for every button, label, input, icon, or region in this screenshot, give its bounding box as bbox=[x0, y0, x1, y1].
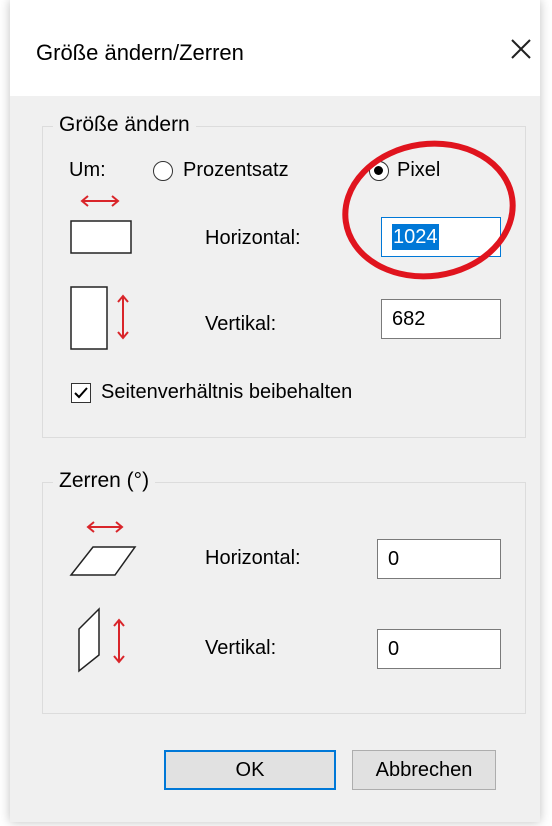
resize-skew-dialog: Größe ändern/Zerren Größe ändern Um: Pro… bbox=[10, 0, 540, 822]
resize-horizontal-label: Horizontal: bbox=[205, 227, 301, 249]
radio-pixel[interactable] bbox=[369, 161, 389, 181]
resize-horizontal-value: 1024 bbox=[392, 224, 439, 250]
resize-by-label: Um: bbox=[69, 159, 106, 181]
skew-vertical-label: Vertikal: bbox=[205, 637, 277, 659]
keep-aspect-label[interactable]: Seitenverhältnis beibehalten bbox=[101, 381, 352, 404]
radio-pixel-selected-dot bbox=[374, 166, 383, 175]
resize-vertical-icon bbox=[70, 286, 129, 350]
skew-vertical-input[interactable]: 0 bbox=[377, 629, 501, 669]
resize-horizontal-input[interactable]: 1024 bbox=[381, 217, 501, 257]
dialog-title: Größe ändern/Zerren bbox=[36, 40, 244, 65]
skew-group: Zerren (°) Horizontal: 0 Vertikal: 0 bbox=[42, 469, 526, 714]
resize-vertical-label: Vertikal: bbox=[205, 313, 277, 335]
skew-horizontal-label: Horizontal: bbox=[205, 547, 301, 569]
skew-horizontal-input[interactable]: 0 bbox=[377, 539, 501, 579]
skew-group-title: Zerren (°) bbox=[53, 469, 156, 493]
close-icon bbox=[511, 39, 531, 59]
resize-group-title: Größe ändern bbox=[53, 113, 196, 137]
skew-vertical-icon bbox=[78, 607, 125, 673]
close-button[interactable] bbox=[504, 32, 538, 66]
check-icon bbox=[74, 387, 88, 399]
skew-horizontal-icon bbox=[69, 521, 137, 576]
resize-vertical-input[interactable]: 682 bbox=[381, 299, 501, 339]
radio-percentage-label[interactable]: Prozentsatz bbox=[183, 159, 289, 182]
resize-horizontal-icon bbox=[70, 195, 132, 254]
keep-aspect-checkbox[interactable] bbox=[71, 383, 91, 403]
ok-button[interactable]: OK bbox=[164, 750, 336, 790]
cancel-button[interactable]: Abbrechen bbox=[352, 750, 496, 790]
title-bar: Größe ändern/Zerren bbox=[10, 0, 540, 96]
resize-group: Größe ändern Um: Prozentsatz Pixel Horiz… bbox=[42, 113, 526, 438]
radio-pixel-label[interactable]: Pixel bbox=[397, 159, 440, 182]
radio-percentage[interactable] bbox=[153, 161, 173, 181]
